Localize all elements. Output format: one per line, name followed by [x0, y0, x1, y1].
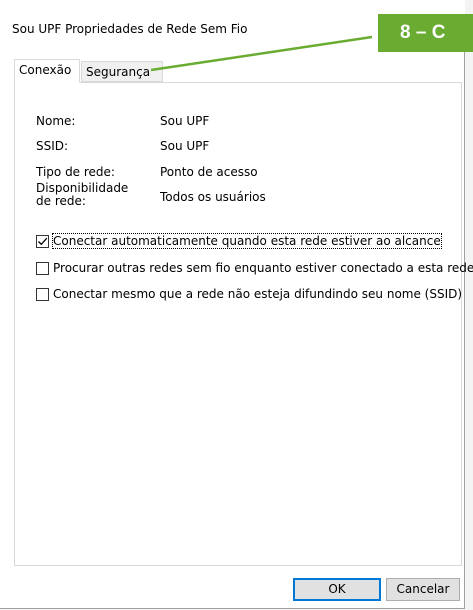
step-annotation-badge: 8 – C	[378, 14, 473, 52]
availability-label: Disponibilidade de rede:	[36, 181, 129, 208]
tab-seguranca[interactable]: Segurança	[81, 61, 163, 82]
availability-value: Todos os usuários	[160, 190, 266, 204]
hidden-ssid-checkbox[interactable]	[36, 288, 49, 301]
ok-button[interactable]: OK	[293, 578, 381, 601]
ssid-value: Sou UPF	[160, 139, 210, 153]
checkmark-icon	[38, 237, 48, 246]
network-type-value: Ponto de acesso	[160, 165, 258, 179]
wireless-properties-dialog: Sou UPF Propriedades de Rede Sem Fio Con…	[0, 0, 473, 609]
cancel-button[interactable]: Cancelar	[386, 578, 460, 601]
search-other-networks-label[interactable]: Procurar outras redes sem fio enquanto e…	[53, 261, 473, 275]
search-other-networks-checkbox[interactable]	[36, 262, 49, 275]
auto-connect-label[interactable]: Conectar automaticamente quando esta red…	[52, 233, 442, 249]
window-title: Sou UPF Propriedades de Rede Sem Fio	[12, 22, 248, 36]
auto-connect-checkbox[interactable]	[36, 235, 49, 248]
network-type-label: Tipo de rede:	[36, 165, 115, 179]
hidden-ssid-label[interactable]: Conectar mesmo que a rede não esteja dif…	[53, 287, 462, 301]
ssid-label: SSID:	[36, 139, 69, 153]
name-value: Sou UPF	[160, 114, 210, 128]
tab-conexao[interactable]: Conexão	[14, 59, 80, 83]
name-label: Nome:	[36, 114, 76, 128]
connection-tab-panel	[14, 82, 462, 566]
